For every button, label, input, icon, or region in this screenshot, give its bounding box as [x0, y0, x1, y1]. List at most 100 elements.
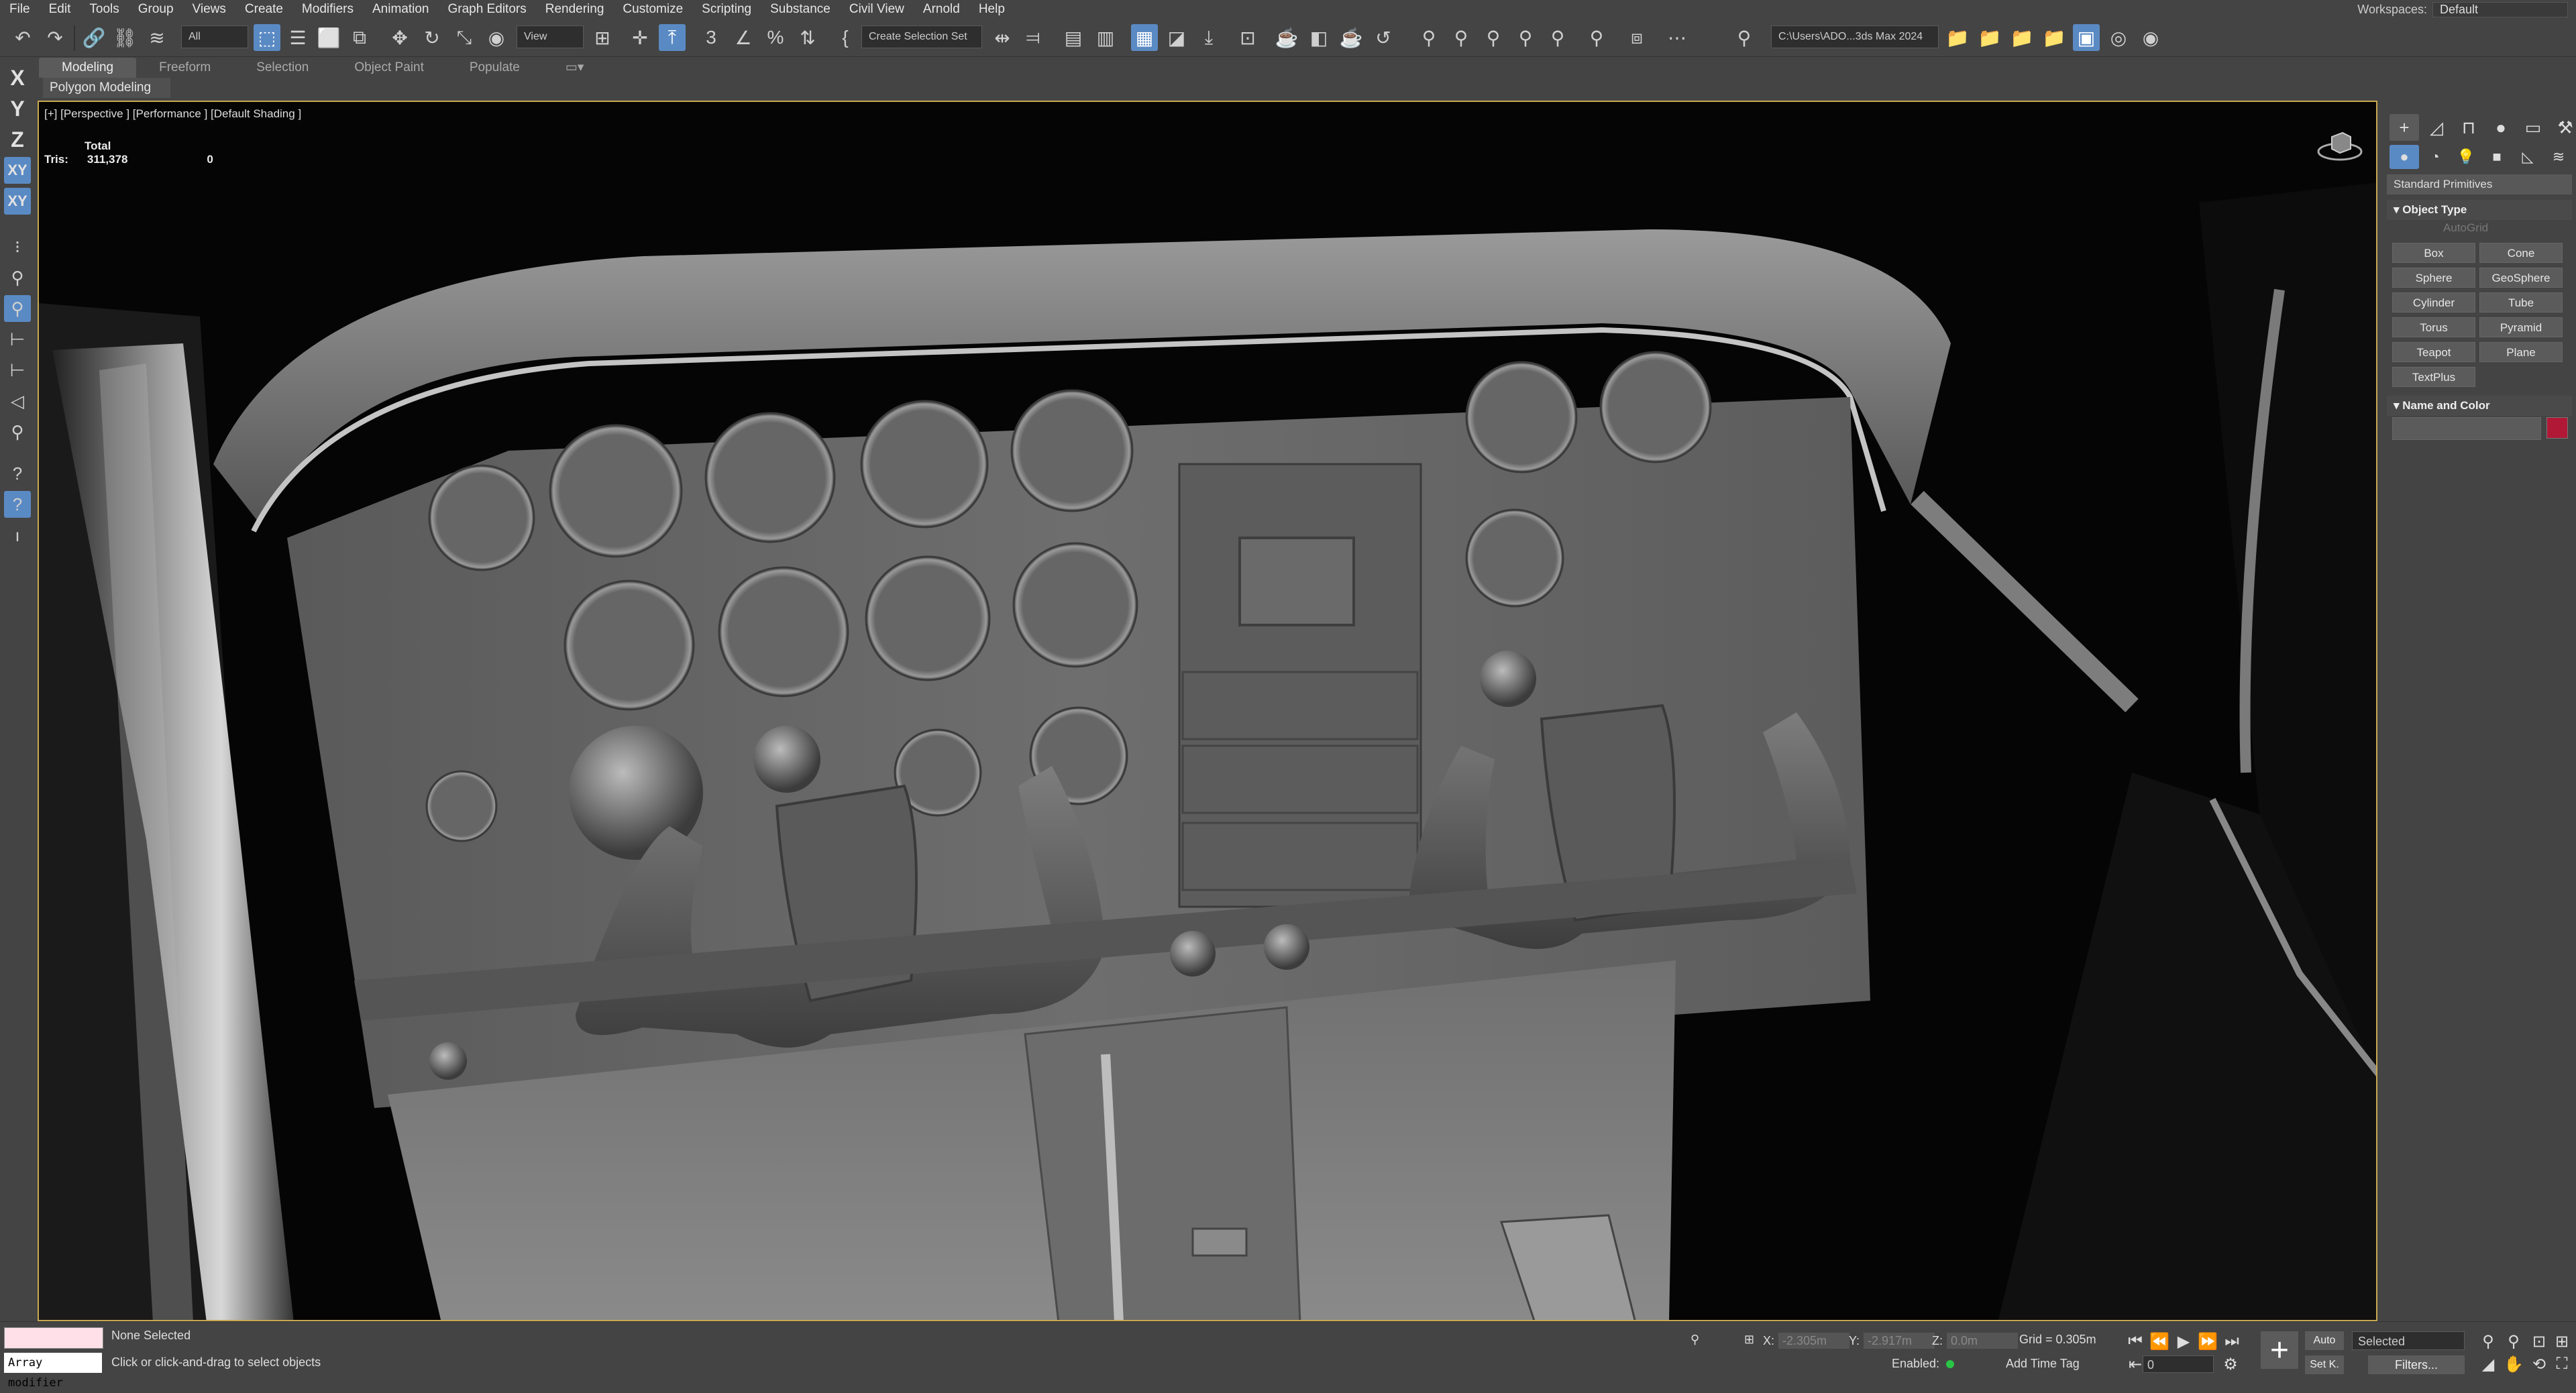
- tab-selection[interactable]: Selection: [233, 58, 331, 78]
- motion-tab-icon[interactable]: ●: [2486, 114, 2516, 141]
- object-type-rollout[interactable]: ▾ Object Type: [2387, 200, 2572, 220]
- cameras-icon[interactable]: ■: [2482, 145, 2512, 169]
- snap-midpoint-icon[interactable]: ⊢: [4, 357, 31, 384]
- edit-named-selection-icon[interactable]: {: [832, 24, 859, 51]
- render-setup-icon[interactable]: ☕: [1273, 24, 1300, 51]
- more-tools-icon[interactable]: ⋯: [1664, 24, 1690, 51]
- constrain-x-button[interactable]: X: [4, 64, 31, 91]
- autogrid-checkbox[interactable]: AutoGrid: [2443, 221, 2488, 235]
- container-icon[interactable]: ⧈: [1623, 24, 1650, 51]
- constrain-y-button[interactable]: Y: [4, 95, 31, 122]
- redo-icon[interactable]: ↷: [42, 24, 68, 51]
- go-to-start-icon[interactable]: ⏮: [2124, 1331, 2147, 1351]
- textplus-button[interactable]: TextPlus: [2392, 367, 2475, 387]
- zoom-icon[interactable]: ⚲: [2477, 1331, 2500, 1351]
- menu-file[interactable]: File: [0, 2, 40, 17]
- snap-toggle-icon[interactable]: ?: [4, 491, 31, 518]
- named-selection-dropdown[interactable]: Create Selection Set: [861, 25, 982, 48]
- geometry-icon[interactable]: ●: [2390, 145, 2419, 169]
- constrain-plane-button[interactable]: XY: [4, 188, 31, 215]
- next-frame-icon[interactable]: ⏩: [2196, 1331, 2219, 1351]
- skin-tool-icon[interactable]: ⚲: [1480, 24, 1507, 51]
- populate-tool-icon[interactable]: ⚲: [1583, 24, 1610, 51]
- auto-key-button[interactable]: Auto: [2305, 1331, 2344, 1350]
- percent-snap-icon[interactable]: %: [762, 24, 789, 51]
- project-settings-icon[interactable]: 📁: [2008, 24, 2035, 51]
- bind-spacewarp-icon[interactable]: ≋: [144, 24, 170, 51]
- shapes-icon[interactable]: ◔: [2420, 145, 2450, 169]
- ribbon-toggle-icon[interactable]: ▦: [1131, 24, 1158, 51]
- rectangular-selection-icon[interactable]: ⬜: [315, 24, 342, 51]
- mirror-icon[interactable]: ⇹: [989, 24, 1016, 51]
- teapot-button[interactable]: Teapot: [2392, 342, 2475, 362]
- name-and-color-rollout[interactable]: ▾ Name and Color: [2387, 396, 2572, 416]
- time-config-icon[interactable]: ⚙: [2219, 1354, 2242, 1374]
- material-editor-icon[interactable]: ⊡: [1234, 24, 1261, 51]
- selection-filter-dropdown[interactable]: All: [181, 25, 248, 48]
- object-name-field[interactable]: [2392, 417, 2541, 440]
- menu-graph-editors[interactable]: Graph Editors: [439, 2, 536, 17]
- orbit-icon[interactable]: ⟲: [2528, 1354, 2551, 1374]
- select-object-icon[interactable]: ⬚: [254, 24, 280, 51]
- primitive-category-dropdown[interactable]: Standard Primitives: [2387, 174, 2572, 194]
- x-coordinate-field[interactable]: -2.305m: [1778, 1333, 1850, 1349]
- snap-face-icon[interactable]: ◁: [4, 388, 31, 414]
- angle-snap-icon[interactable]: ∠: [730, 24, 757, 51]
- snap-options-icon[interactable]: ?: [4, 460, 31, 487]
- set-key-icon[interactable]: +: [2261, 1331, 2298, 1369]
- hierarchy-tab-icon[interactable]: ⊓: [2454, 114, 2483, 141]
- menu-arnold[interactable]: Arnold: [914, 2, 969, 17]
- placement-icon[interactable]: ◉: [483, 24, 510, 51]
- torus-button[interactable]: Torus: [2392, 317, 2475, 337]
- key-filters-button[interactable]: Filters...: [2368, 1355, 2465, 1374]
- menu-views[interactable]: Views: [183, 2, 235, 17]
- sphere-button[interactable]: Sphere: [2392, 268, 2475, 288]
- bone-tool-icon[interactable]: ⚲: [1512, 24, 1539, 51]
- tab-object-paint[interactable]: Object Paint: [331, 58, 447, 78]
- render-iterative-icon[interactable]: ↺: [1370, 24, 1397, 51]
- set-key-button[interactable]: Set K.: [2305, 1355, 2344, 1374]
- enabled-status-icon[interactable]: [1946, 1359, 1955, 1368]
- object-color-swatch[interactable]: [2546, 417, 2568, 439]
- snap-tool-icon[interactable]: ⁝: [4, 233, 31, 260]
- menu-scripting[interactable]: Scripting: [692, 2, 761, 17]
- unlink-icon[interactable]: ⛓: [111, 24, 138, 51]
- key-filter-dropdown[interactable]: Selected: [2352, 1331, 2465, 1350]
- menu-create[interactable]: Create: [235, 2, 292, 17]
- spacewarps-icon[interactable]: ≋: [2544, 145, 2573, 169]
- constrain-z-button[interactable]: Z: [4, 126, 31, 153]
- snap-pivot-icon[interactable]: ⚲: [4, 264, 31, 291]
- isolate-toggle-icon[interactable]: ⚲: [1690, 1333, 1699, 1347]
- current-frame-field[interactable]: 0: [2143, 1355, 2214, 1373]
- window-crossing-icon[interactable]: ⧉: [346, 24, 373, 51]
- viewcube-icon[interactable]: [2316, 125, 2364, 165]
- project-path-dropdown[interactable]: C:\Users\ADO...3ds Max 2024: [1771, 25, 1939, 48]
- utilities-tab-icon[interactable]: ⚒: [2551, 114, 2576, 141]
- scale-icon[interactable]: ⤡: [451, 24, 478, 51]
- help-search-icon[interactable]: ◉: [2137, 24, 2164, 51]
- pivot-center-icon[interactable]: ⊞: [589, 24, 616, 51]
- previous-frame-icon[interactable]: ⏪: [2148, 1331, 2171, 1351]
- menu-civil-view[interactable]: Civil View: [840, 2, 914, 17]
- maximize-viewport-icon[interactable]: ⛶: [2551, 1354, 2573, 1374]
- project-icon[interactable]: ⚲: [1731, 24, 1758, 51]
- rotate-icon[interactable]: ↻: [419, 24, 445, 51]
- ribbon-polygon-modeling[interactable]: Polygon Modeling: [43, 78, 170, 98]
- character-tool-icon[interactable]: ⚲: [1415, 24, 1442, 51]
- modify-tab-icon[interactable]: ◿: [2422, 114, 2451, 141]
- spinner-snap-icon[interactable]: ⇅: [794, 24, 821, 51]
- tab-modeling[interactable]: Modeling: [39, 58, 137, 78]
- ik-tool-icon[interactable]: ⚲: [1544, 24, 1571, 51]
- maxscript-mini-input[interactable]: Array modifier: [4, 1353, 102, 1390]
- menu-group[interactable]: Group: [129, 2, 183, 17]
- menu-tools[interactable]: Tools: [80, 2, 128, 17]
- ribbon-options-icon[interactable]: ▭▾: [543, 58, 607, 78]
- plane-button[interactable]: Plane: [2479, 342, 2563, 362]
- snap-vertex-icon[interactable]: ⚲: [4, 295, 31, 322]
- tab-freeform[interactable]: Freeform: [136, 58, 233, 78]
- notifications-icon[interactable]: ◎: [2105, 24, 2132, 51]
- zoom-extents-all-icon[interactable]: ⊞: [2551, 1331, 2573, 1351]
- snap-misc-icon[interactable]: ı: [4, 522, 31, 549]
- menu-animation[interactable]: Animation: [363, 2, 439, 17]
- perspective-viewport[interactable]: [+] [Perspective ] [Performance ] [Defau…: [38, 101, 2377, 1321]
